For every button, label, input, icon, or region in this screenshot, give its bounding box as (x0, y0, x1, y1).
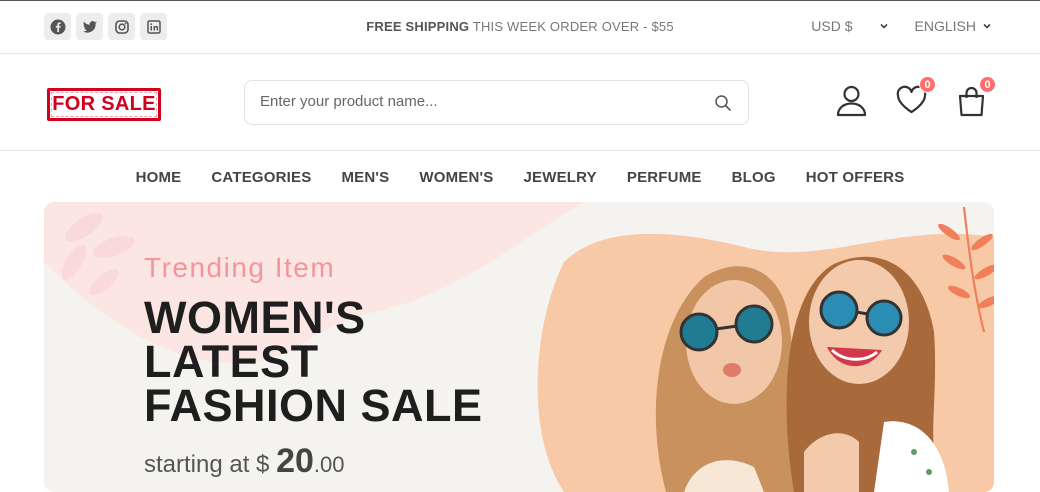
search-input[interactable] (260, 81, 700, 122)
nav-item-perfume[interactable]: PERFUME (627, 169, 702, 186)
nav-item-categories[interactable]: CATEGORIES (211, 169, 311, 186)
wishlist-count-badge: 0 (919, 76, 936, 93)
chevron-down-icon (879, 23, 888, 29)
header-actions: 0 0 (835, 76, 996, 117)
currency-select[interactable]: USD $ (811, 18, 888, 34)
hero-text: Trending Item WOMEN'S LATEST FASHION SAL… (144, 252, 524, 481)
top-bar: FREE SHIPPING THIS WEEK ORDER OVER - $55… (0, 1, 1040, 54)
hero-subtitle: Trending Item (144, 252, 336, 283)
search-icon[interactable] (714, 94, 732, 112)
promo-rest: THIS WEEK ORDER OVER - $55 (469, 19, 674, 34)
hero-title: WOMEN'S LATEST FASHION SALE (144, 292, 524, 431)
nav-item-blog[interactable]: BLOG (732, 169, 776, 186)
nav-item-hot-offers[interactable]: HOT OFFERS (806, 169, 905, 186)
nav-item-womens[interactable]: WOMEN'S (419, 169, 493, 186)
language-value: ENGLISH (914, 18, 976, 34)
currency-value: USD $ (811, 18, 853, 34)
chevron-down-icon (983, 23, 991, 29)
topbar-selects: USD $ ENGLISH (811, 18, 992, 34)
logo[interactable]: FOR SALE (47, 88, 161, 121)
nav-item-mens[interactable]: MEN'S (341, 169, 389, 186)
cart-button[interactable]: 0 (955, 76, 996, 117)
nav-item-jewelry[interactable]: JEWELRY (524, 169, 597, 186)
hero-title-line-1: WOMEN'S (144, 292, 366, 343)
language-select[interactable]: ENGLISH (915, 18, 992, 34)
promo-bold: FREE SHIPPING (366, 19, 470, 34)
user-icon (836, 85, 867, 117)
main-nav: HOME CATEGORIES MEN'S WOMEN'S JEWELRY PE… (0, 151, 1040, 203)
search-bar (244, 80, 749, 125)
hero-price: starting at $ 20.00 (144, 442, 524, 481)
nav-item-home[interactable]: HOME (136, 169, 182, 186)
price-whole: 20 (276, 442, 314, 480)
hero-title-line-2: LATEST (144, 336, 319, 387)
wishlist-button[interactable]: 0 (895, 76, 936, 117)
hero-banner[interactable]: Trending Item WOMEN'S LATEST FASHION SAL… (44, 202, 994, 492)
price-cents: .00 (313, 452, 345, 477)
account-button[interactable] (835, 84, 868, 117)
logo-text: FOR SALE (52, 93, 156, 115)
hero-title-line-3: FASHION SALE (144, 380, 483, 431)
main-header: FOR SALE 0 0 (0, 54, 1040, 151)
cart-count-badge: 0 (979, 76, 996, 93)
